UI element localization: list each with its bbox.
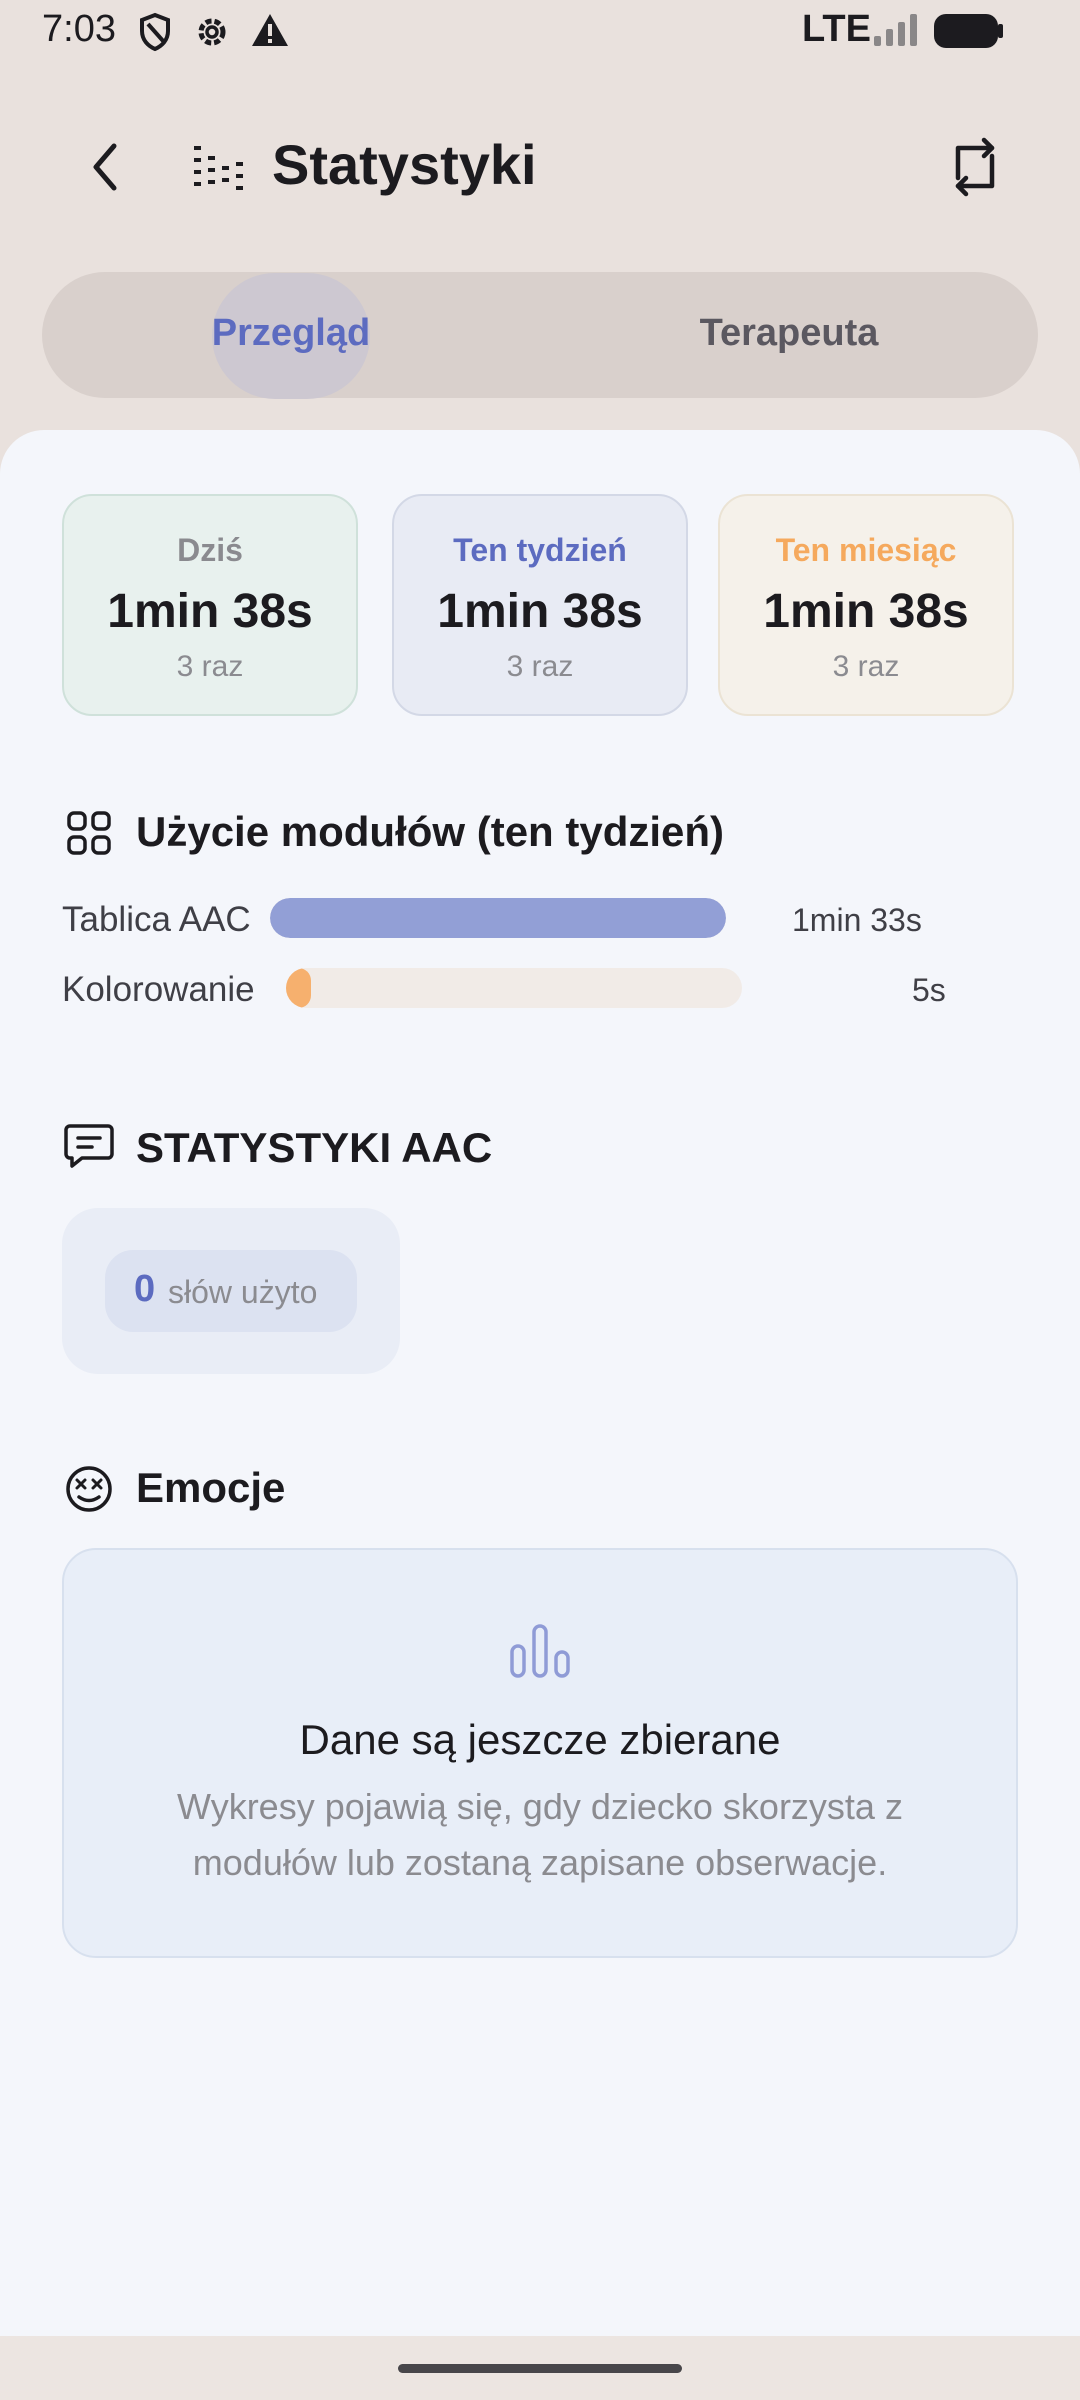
usage-bar-aac	[270, 898, 726, 938]
grid-icon	[67, 811, 111, 855]
status-time: 7:03	[42, 8, 116, 50]
empty-state-title: Dane są jeszcze zbierane	[299, 1716, 781, 1763]
card-count: 3 raz	[176, 650, 244, 683]
module-label-aac: Tablica AAC	[62, 900, 251, 939]
card-value: 1min 38s	[437, 585, 643, 638]
home-gesture-handle[interactable]	[398, 2364, 682, 2373]
shield-icon	[140, 12, 170, 52]
aac-stats-title: STATYSTYKI AAC	[136, 1124, 493, 1171]
card-value: 1min 38s	[107, 585, 313, 638]
module-value-coloring: 5s	[912, 972, 946, 1008]
gear-icon	[198, 18, 226, 46]
face-icon	[66, 1466, 112, 1512]
bar-chart-icon	[510, 1624, 570, 1678]
refresh-icon[interactable]	[946, 136, 1004, 198]
card-label: Ten miesiąc	[775, 532, 957, 568]
module-value-aac: 1min 33s	[792, 902, 922, 938]
card-value: 1min 38s	[763, 585, 969, 638]
tab-overview[interactable]: Przegląd	[160, 312, 422, 355]
usage-bar-coloring	[286, 968, 742, 1008]
battery-icon	[934, 14, 1003, 48]
network-type: LTE	[802, 8, 871, 50]
stats-list-icon	[194, 146, 243, 190]
signal-icon	[874, 14, 917, 46]
empty-state-line-1: Wykresy pojawią się, gdy dziecko skorzys…	[177, 1786, 903, 1827]
back-arrow-icon[interactable]	[82, 138, 128, 196]
card-count: 3 raz	[832, 650, 900, 683]
empty-state-line-2: modułów lub zostaną zapisane obserwacje.	[192, 1842, 888, 1883]
card-label: Ten tydzień	[453, 532, 627, 568]
card-this-week: Ten tydzień 1min 38s 3 raz	[392, 494, 688, 716]
card-count: 3 raz	[506, 650, 574, 683]
card-today: Dziś 1min 38s 3 raz	[62, 494, 358, 716]
words-used-label: słów użyto	[168, 1274, 318, 1310]
page-title: Statystyki	[272, 133, 537, 196]
warning-icon	[252, 14, 288, 46]
module-label-coloring: Kolorowanie	[62, 970, 255, 1009]
card-label: Dziś	[177, 532, 243, 568]
tab-therapist[interactable]: Terapeuta	[660, 312, 918, 355]
chat-icon	[64, 1124, 114, 1168]
module-usage-title: Użycie modułów (ten tydzień)	[136, 808, 725, 855]
card-this-month: Ten miesiąc 1min 38s 3 raz	[718, 494, 1014, 716]
usage-bar-fill	[270, 898, 726, 938]
words-used-count: 0	[134, 1268, 156, 1310]
emotions-title: Emocje	[136, 1464, 286, 1511]
